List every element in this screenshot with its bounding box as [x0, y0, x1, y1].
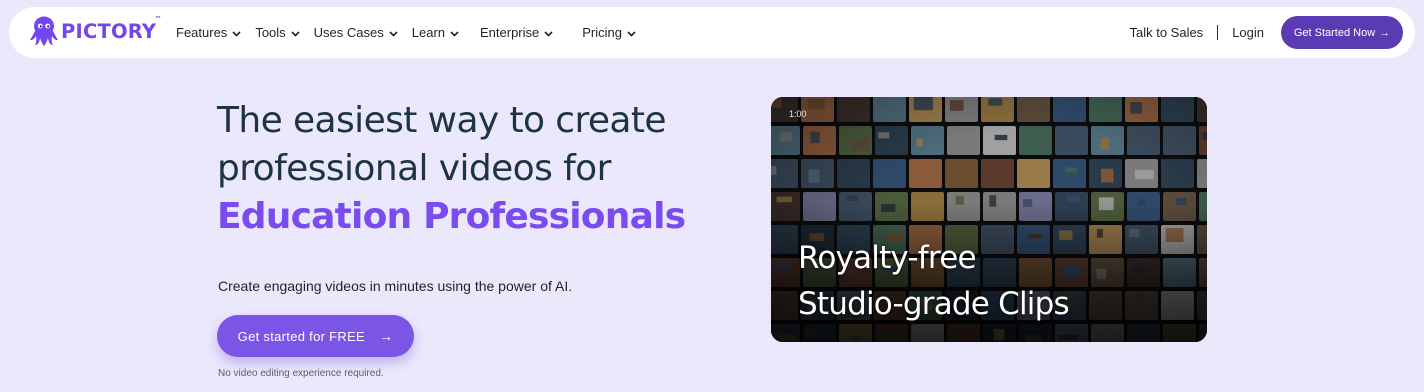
nav-menu: Features Tools Uses Cases Learn Enterpri…: [167, 7, 636, 58]
chevron-down-icon: [389, 31, 398, 37]
nav-item-label: Features: [176, 25, 228, 40]
hero-heading-line-1: The easiest way to create: [217, 100, 667, 141]
nav-item-label: Tools: [255, 25, 286, 40]
nav-item-label: Learn: [411, 25, 445, 40]
chevron-down-icon: [544, 31, 553, 37]
nav-item-label: Pricing: [582, 25, 622, 40]
get-started-now-button[interactable]: Get Started Now →: [1281, 16, 1403, 49]
top-navbar: PICTORY ™ Features Tools Uses Cases Lear…: [9, 7, 1415, 58]
octopus-logo-icon: [30, 16, 58, 46]
trademark-symbol: ™: [155, 16, 161, 22]
button-label: Get started for FREE: [237, 328, 366, 344]
nav-item-pricing[interactable]: Pricing: [582, 25, 636, 40]
hero-subtitle: Create engaging videos in minutes using …: [218, 278, 573, 294]
login-link[interactable]: Login: [1232, 25, 1264, 40]
chevron-down-icon: [232, 31, 241, 37]
nav-item-features[interactable]: Features: [176, 25, 241, 40]
nav-item-label: Enterprise: [480, 25, 540, 40]
brand-logo[interactable]: PICTORY ™: [29, 15, 161, 47]
nav-item-use-cases[interactable]: Uses Cases: [314, 25, 398, 40]
get-started-free-button[interactable]: Get started for FREE →: [217, 315, 414, 357]
stock-clips-video-panel[interactable]: 1:00 Royalty-free Studio-grade Clips: [771, 97, 1207, 342]
arrow-right-icon: →: [379, 328, 394, 344]
nav-divider: [1217, 25, 1219, 40]
nav-item-label: Uses Cases: [313, 25, 384, 40]
nav-actions: Talk to Sales Login Get Started Now →: [1129, 7, 1403, 58]
nav-item-tools[interactable]: Tools: [255, 25, 300, 40]
media-overlay-line-1: Royalty-free: [798, 240, 977, 276]
hero-heading-highlight: Education Professionals: [217, 196, 686, 237]
nav-item-enterprise[interactable]: Enterprise: [480, 25, 553, 40]
nav-item-learn[interactable]: Learn: [412, 25, 459, 40]
chevron-down-icon: [627, 31, 636, 37]
media-overlay-text: Royalty-free Studio-grade Clips: [798, 235, 1070, 327]
hero-note: No video editing experience required.: [218, 368, 384, 379]
hero-heading: The easiest way to create professional v…: [217, 97, 686, 241]
chevron-down-icon: [291, 31, 300, 37]
brand-name: PICTORY: [61, 19, 157, 43]
talk-to-sales-link[interactable]: Talk to Sales: [1129, 25, 1203, 40]
video-timestamp: 1:00: [789, 109, 807, 119]
hero-heading-line-2: professional videos for: [217, 148, 611, 189]
arrow-right-icon: →: [1379, 26, 1391, 39]
chevron-down-icon: [450, 31, 459, 37]
media-overlay-line-2: Studio-grade Clips: [798, 286, 1070, 322]
button-label: Get Started Now: [1293, 26, 1376, 39]
